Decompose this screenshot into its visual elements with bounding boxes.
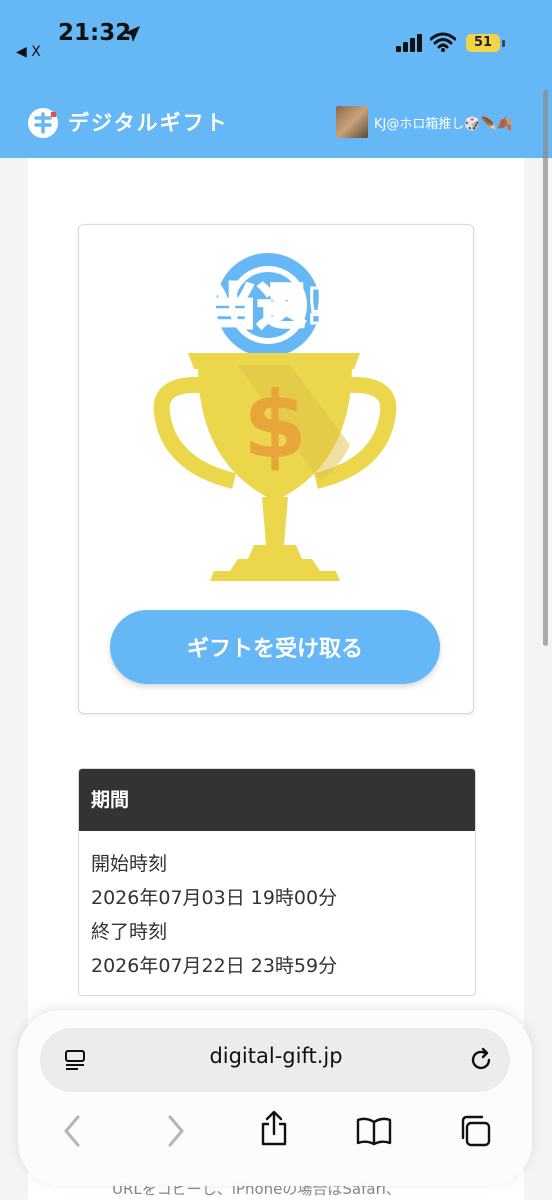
reload-icon[interactable] <box>468 1047 494 1073</box>
cellular-signal-icon <box>396 34 422 52</box>
battery-indicator: 51 <box>466 34 500 52</box>
dollar-icon: $ <box>243 372 307 479</box>
back-to-app-link[interactable]: ◀ X <box>16 44 41 60</box>
page-scrollbar[interactable] <box>543 90 548 646</box>
status-bar: 21:32 ◀ X 51 <box>0 0 552 90</box>
trophy-illustration: 当選! $ <box>153 253 397 581</box>
battery-level: 51 <box>473 35 493 50</box>
share-icon[interactable] <box>258 1110 290 1148</box>
user-name[interactable]: KJ@ホロ箱推し🎲🪶🍂 <box>374 113 513 132</box>
forward-arrow-icon[interactable] <box>166 1115 186 1147</box>
end-time-label: 終了時刻 <box>91 921 168 943</box>
end-time-value: 2026年07月22日 23時59分 <box>91 955 338 977</box>
bookmarks-icon[interactable] <box>356 1116 392 1146</box>
gift-logo-icon[interactable] <box>26 106 60 140</box>
tabs-overview-icon[interactable] <box>458 1114 492 1148</box>
location-arrow-icon <box>124 26 140 42</box>
site-header: デジタルギフト KJ@ホロ箱推し🎲🪶🍂 <box>0 90 552 158</box>
clock: 21:32 <box>58 20 132 46</box>
start-time-label: 開始時刻 <box>91 853 168 875</box>
start-time-value: 2026年07月03日 19時00分 <box>91 887 338 909</box>
back-arrow-icon[interactable] <box>62 1115 82 1147</box>
wifi-icon <box>430 32 456 52</box>
receive-gift-button[interactable]: ギフトを受け取る <box>110 610 440 684</box>
period-card: 期間 開始時刻 2026年07月03日 19時00分 終了時刻 2026年07月… <box>78 768 476 996</box>
user-avatar[interactable] <box>336 106 368 138</box>
page-menu-icon[interactable] <box>64 1048 88 1072</box>
brand-name[interactable]: デジタルギフト <box>68 107 229 137</box>
winner-badge-text: 当選! <box>209 279 327 335</box>
period-title: 期間 <box>79 769 475 831</box>
battery-nub <box>502 40 505 47</box>
